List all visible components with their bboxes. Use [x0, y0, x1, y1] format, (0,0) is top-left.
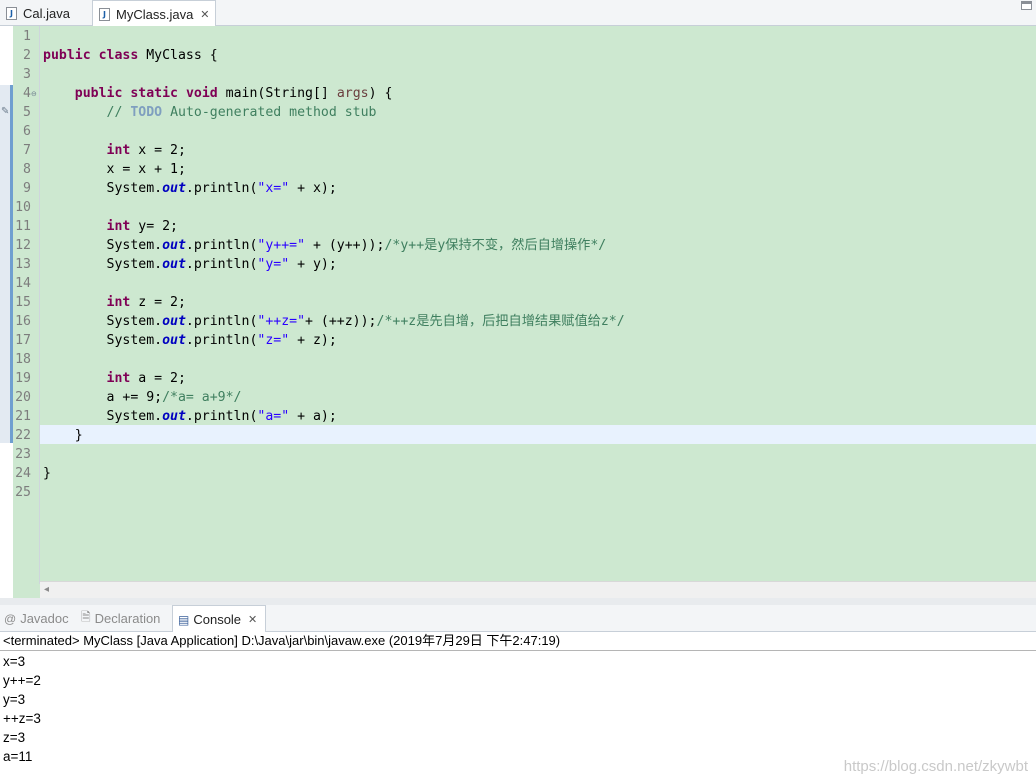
code-line[interactable]: } [43, 426, 83, 445]
console-line: ++z=3 [3, 711, 41, 726]
tab-myclass-java[interactable]: J MyClass.java ✕ [92, 0, 216, 27]
overview-ruler: ✎ [0, 26, 13, 598]
code-editor[interactable]: ✎ ⊖ 1 2 3 4 5 6 7 8 9 10 11 12 13 14 15 16 17 18 19 20 21 22 2… [0, 26, 1036, 598]
change-indicator [0, 85, 13, 443]
line-number: 20 [15, 390, 31, 405]
console-line: y++=2 [3, 673, 41, 688]
line-number: 16 [15, 314, 31, 329]
line-number: 23 [15, 447, 31, 462]
view-tab-bar: @ Javadoc 🗎 Declaration ▤ Console ✕ [0, 605, 1036, 633]
code-line[interactable]: public static void main(String[] args) { [43, 84, 393, 103]
declaration-icon: 🗎 [81, 610, 91, 624]
line-number: 10 [15, 200, 31, 215]
tab-cal-java[interactable]: J Cal.java [6, 0, 91, 26]
line-number: 3 [23, 67, 31, 82]
code-line[interactable]: int z = 2; [43, 293, 186, 312]
horizontal-scrollbar[interactable]: ◂ [40, 581, 1036, 598]
console-icon: ▤ [178, 612, 190, 627]
line-number: 7 [23, 143, 31, 158]
line-number: 24 [15, 466, 31, 481]
tab-label: Declaration [94, 611, 161, 626]
code-line[interactable]: int a = 2; [43, 369, 186, 388]
fold-toggle-icon[interactable]: ⊖ [31, 90, 37, 98]
code-line[interactable]: System.out.println("++z="+ (++z));/*++z是… [43, 312, 625, 331]
code-line[interactable]: } [43, 464, 51, 483]
code-area[interactable]: public class MyClass { public static voi… [40, 26, 1036, 584]
tab-console[interactable]: ▤ Console ✕ [172, 605, 266, 633]
code-line[interactable]: // TODO Auto-generated method stub [43, 103, 377, 122]
tab-label: Cal.java [23, 5, 70, 21]
line-number: 4 [23, 86, 31, 101]
tab-javadoc[interactable]: @ Javadoc [4, 605, 69, 632]
console-line: x=3 [3, 654, 26, 669]
code-line[interactable]: System.out.println("y++=" + (y++));/*y++… [43, 236, 607, 255]
code-line[interactable]: x = x + 1; [43, 160, 186, 179]
java-file-icon: J [99, 7, 110, 21]
code-line[interactable]: System.out.println("x=" + x); [43, 179, 337, 198]
code-line[interactable]: System.out.println("z=" + z); [43, 331, 337, 350]
line-number: 5 [23, 105, 31, 120]
console-line: y=3 [3, 692, 26, 707]
view-sash[interactable] [0, 598, 1036, 605]
line-number: 14 [15, 276, 31, 291]
line-number: 17 [15, 333, 31, 348]
line-number: 18 [15, 352, 31, 367]
code-line[interactable]: int y= 2; [43, 217, 178, 236]
scroll-left-icon[interactable]: ◂ [44, 582, 49, 598]
tab-label: MyClass.java [116, 6, 194, 22]
code-line[interactable]: System.out.println("a=" + a); [43, 407, 337, 426]
console-status: <terminated> MyClass [Java Application] … [3, 633, 561, 648]
line-number: 22 [15, 428, 31, 443]
tab-declaration[interactable]: 🗎 Declaration [81, 605, 160, 632]
tab-label: Javadoc [20, 611, 69, 626]
console-line: z=3 [3, 730, 26, 745]
current-line-highlight [40, 425, 1036, 444]
line-number: 2 [23, 48, 31, 63]
watermark: https://blog.csdn.net/zkywbt [843, 758, 1028, 775]
tab-label: Console [193, 612, 242, 627]
line-number: 8 [23, 162, 31, 177]
code-line[interactable]: int x = 2; [43, 141, 186, 160]
line-number: 6 [23, 124, 31, 139]
line-number: 25 [15, 485, 31, 500]
line-number: 9 [23, 181, 31, 196]
code-line[interactable]: a += 9;/*a= a+9*/ [43, 388, 242, 407]
line-number-gutter: ⊖ 1 2 3 4 5 6 7 8 9 10 11 12 13 14 15 16 17 18 19 20 21 22 23 2… [13, 26, 40, 584]
editor-tab-bar: J Cal.java J MyClass.java ✕ [0, 0, 1036, 27]
line-number: 19 [15, 371, 31, 386]
line-number: 13 [15, 257, 31, 272]
line-number: 21 [15, 409, 31, 424]
code-line[interactable]: System.out.println("y=" + y); [43, 255, 337, 274]
at-sign-icon: @ [4, 611, 17, 626]
close-icon[interactable]: ✕ [200, 8, 209, 21]
line-number: 15 [15, 295, 31, 310]
close-icon[interactable]: ✕ [248, 613, 257, 626]
java-file-icon: J [6, 6, 17, 20]
console-line: a=11 [3, 749, 33, 764]
minimize-button[interactable] [1021, 1, 1032, 10]
console-panel[interactable]: <terminated> MyClass [Java Application] … [0, 632, 1036, 783]
line-number: 12 [15, 238, 31, 253]
console-divider [0, 650, 1036, 651]
line-number: 1 [23, 29, 31, 44]
line-number: 11 [15, 219, 31, 234]
task-marker-icon[interactable]: ✎ [1, 105, 11, 118]
code-line[interactable]: public class MyClass { [43, 46, 218, 65]
